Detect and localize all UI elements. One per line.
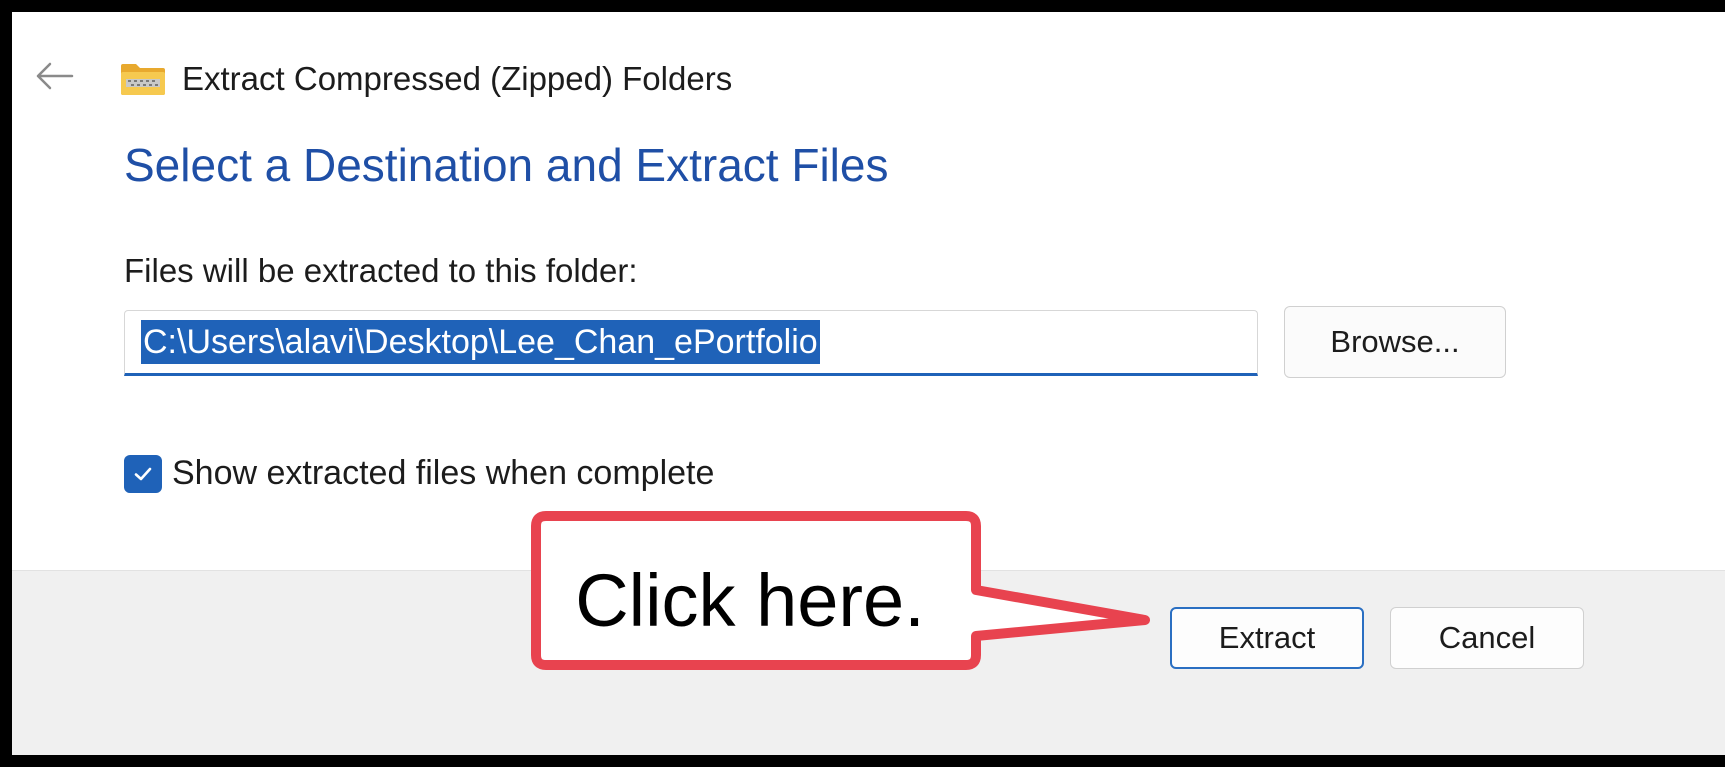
checkmark-icon xyxy=(134,467,152,480)
screenshot-frame: Extract Compressed (Zipped) Folders Sele… xyxy=(0,0,1725,767)
extract-button[interactable]: Extract xyxy=(1170,607,1364,669)
destination-label: Files will be extracted to this folder: xyxy=(124,252,638,289)
destination-path-input[interactable]: C:\Users\alavi\Desktop\Lee_Chan_ePortfol… xyxy=(124,310,1258,376)
back-arrow-icon xyxy=(36,62,74,90)
page-title: Select a Destination and Extract Files xyxy=(124,139,889,191)
window-title: Extract Compressed (Zipped) Folders xyxy=(182,60,733,97)
show-files-checkbox[interactable] xyxy=(124,454,162,493)
cancel-button[interactable]: Cancel xyxy=(1390,607,1584,669)
callout-text: Click here. xyxy=(575,558,925,642)
back-button[interactable] xyxy=(28,56,80,96)
zipped-folder-icon xyxy=(121,64,165,95)
show-files-checkbox-row[interactable]: Show extracted files when complete xyxy=(124,454,714,493)
destination-path-value: C:\Users\alavi\Desktop\Lee_Chan_ePortfol… xyxy=(141,320,820,364)
show-files-checkbox-label: Show extracted files when complete xyxy=(172,454,715,492)
browse-button[interactable]: Browse... xyxy=(1284,306,1506,378)
